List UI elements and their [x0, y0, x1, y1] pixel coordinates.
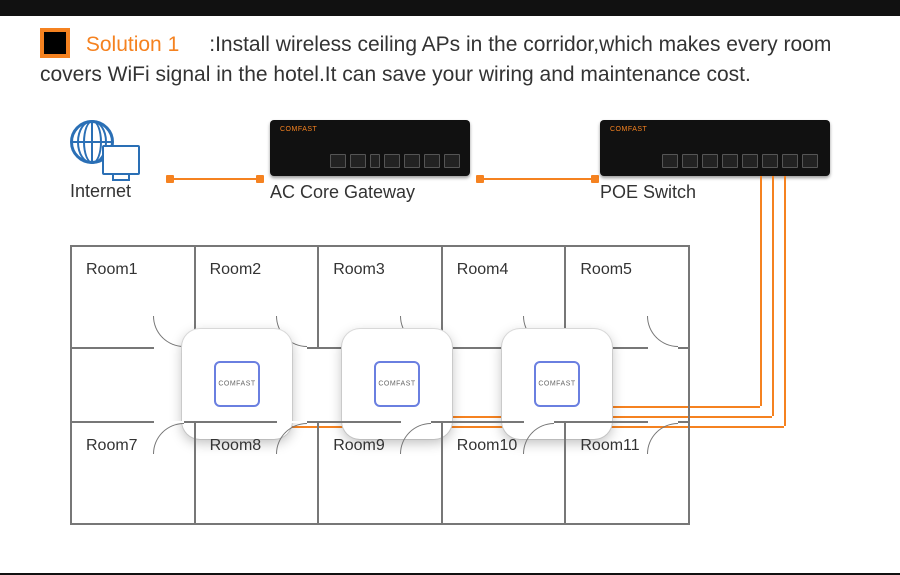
internet-icon — [70, 120, 140, 175]
cable-drop-1 — [760, 176, 762, 406]
room-label: Room4 — [457, 261, 509, 278]
door-icon — [524, 421, 554, 453]
internet-node: Internet — [70, 120, 210, 202]
heading-title: Solution 1 — [86, 33, 179, 56]
door-icon — [524, 317, 554, 349]
room-cell: Room10 — [443, 423, 567, 523]
room-cell: Room11 — [566, 423, 688, 523]
cable-internet-to-gateway — [170, 178, 260, 180]
room-cell: Room8 — [196, 423, 320, 523]
poe-ports-icon — [662, 154, 818, 168]
room-cell: Room3 — [319, 247, 443, 347]
ap-brand: COMFAST — [538, 381, 575, 388]
rooms-row-bottom: Room7 Room8 Room9 Room10 Room11 — [72, 421, 688, 523]
room-label: Room7 — [86, 437, 138, 454]
gateway-device-icon: COMFAST — [270, 120, 470, 176]
cable-drop-3 — [784, 176, 786, 426]
door-icon — [277, 421, 307, 453]
room-label: Room10 — [457, 437, 517, 454]
room-cell: Room2 — [196, 247, 320, 347]
door-icon — [401, 317, 431, 349]
solution-heading: Solution 1:Install wireless ceiling APs … — [40, 30, 840, 90]
gateway-label: AC Core Gateway — [270, 182, 520, 203]
room-cell: Room9 — [319, 423, 443, 523]
heading-marker-icon — [40, 28, 70, 58]
ap-brand: COMFAST — [378, 381, 415, 388]
internet-label: Internet — [70, 181, 210, 202]
network-diagram: Internet COMFAST AC Core Gateway COMFAST — [40, 120, 840, 555]
ap-brand: COMFAST — [218, 381, 255, 388]
door-icon — [648, 421, 678, 453]
monitor-icon — [102, 145, 140, 175]
gateway-brand: COMFAST — [280, 126, 317, 133]
cable-drop-2 — [772, 176, 774, 416]
room-label: Room3 — [333, 261, 385, 278]
poe-switch-node: COMFAST POE Switch — [600, 120, 860, 203]
device-row: Internet COMFAST AC Core Gateway COMFAST — [40, 120, 840, 240]
room-label: Room9 — [333, 437, 385, 454]
room-cell: Room5 — [566, 247, 688, 347]
poe-device-icon: COMFAST — [600, 120, 830, 176]
room-label: Room5 — [580, 261, 632, 278]
gateway-node: COMFAST AC Core Gateway — [270, 120, 520, 203]
door-icon — [154, 421, 184, 453]
room-label: Room1 — [86, 261, 138, 278]
door-icon — [154, 317, 184, 349]
room-cell: Room1 — [72, 247, 196, 347]
floor-plan: Room1 Room2 Room3 Room4 Room5 COMFAST CO… — [70, 245, 690, 525]
gateway-ports-icon — [330, 154, 460, 168]
room-cell: Room7 — [72, 423, 196, 523]
poe-brand: COMFAST — [610, 126, 647, 133]
door-icon — [648, 317, 678, 349]
rooms-row-top: Room1 Room2 Room3 Room4 Room5 — [72, 247, 688, 349]
door-icon — [401, 421, 431, 453]
poe-label: POE Switch — [600, 182, 860, 203]
room-cell: Room4 — [443, 247, 567, 347]
corridor: COMFAST COMFAST COMFAST — [72, 347, 688, 423]
room-label: Room8 — [210, 437, 262, 454]
door-icon — [277, 317, 307, 349]
cable-gateway-to-switch — [480, 178, 595, 180]
room-label: Room11 — [580, 437, 639, 454]
room-label: Room2 — [210, 261, 262, 278]
